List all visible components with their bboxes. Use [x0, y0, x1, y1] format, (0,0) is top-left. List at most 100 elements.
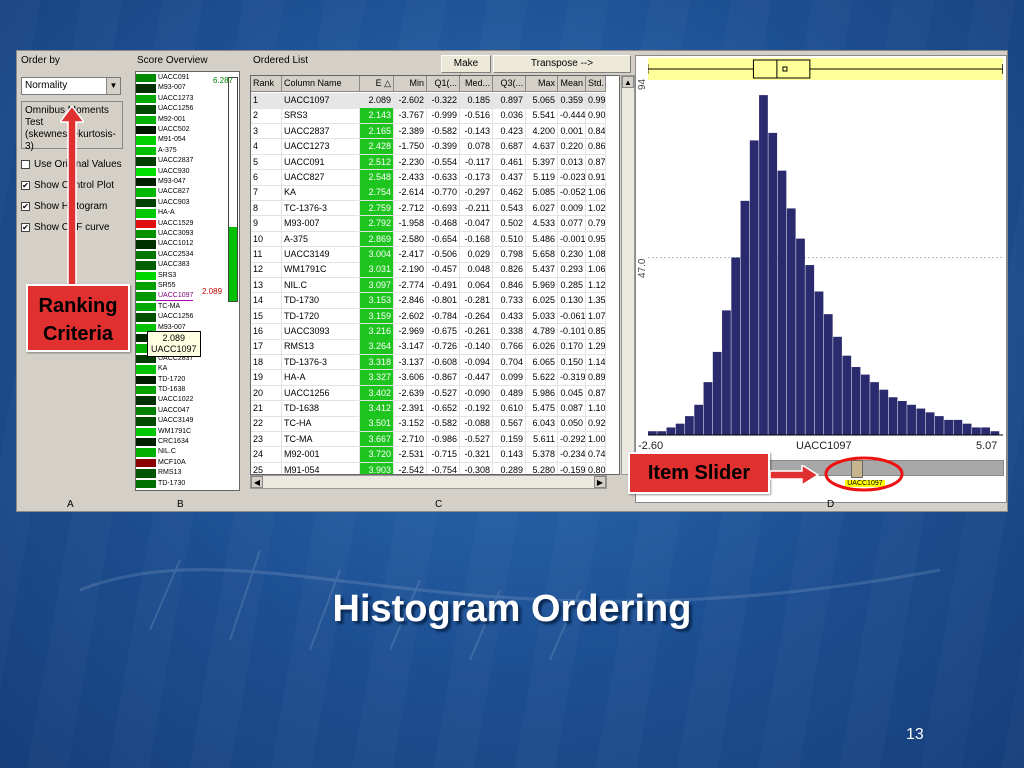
score-row[interactable]: A-375: [136, 146, 239, 156]
table-row[interactable]: 2 SRS3 2.143 -3.767 -0.999 -0.516 0.036 5.541 -0…: [251, 108, 606, 124]
column-header[interactable]: Max: [526, 76, 558, 92]
table-row[interactable]: 25 M91-054 3.903 -2.542 -0.754 -0.308 0.289 5.2…: [251, 462, 606, 474]
score-row[interactable]: UACC1256: [136, 105, 239, 114]
table-row[interactable]: 24 M92-001 3.720 -2.531 -0.715 -0.321 0.143 5.3…: [251, 447, 606, 463]
chevron-down-icon[interactable]: ▼: [106, 78, 120, 94]
table-row[interactable]: 22 TC-HA 3.501 -3.152 -0.582 -0.088 0.567 6.043…: [251, 416, 606, 432]
table-row[interactable]: 21 TD-1638 3.412 -2.391 -0.652 -0.192 0.610 5.4…: [251, 401, 606, 417]
transpose-button[interactable]: Transpose -->: [493, 55, 631, 73]
table-row[interactable]: 16 UACC3093 3.216 -2.969 -0.675 -0.261 0.338 4.…: [251, 324, 606, 340]
score-row[interactable]: CRC1634: [136, 438, 239, 447]
histogram-bar: [777, 170, 787, 435]
score-row[interactable]: UACC930: [136, 167, 239, 176]
table-row[interactable]: 11 UACC3149 3.004 -2.417 -0.506 0.029 0.798 5.6…: [251, 247, 606, 263]
score-swatch: [136, 406, 156, 416]
score-row[interactable]: UACC3093: [136, 230, 239, 239]
score-row[interactable]: WM1791C: [136, 427, 239, 436]
score-row[interactable]: UACC827: [136, 188, 239, 197]
table-row[interactable]: 15 TD-1720 3.159 -2.602 -0.784 -0.264 0.433 5.0…: [251, 308, 606, 325]
score-row[interactable]: TD-1638: [136, 386, 239, 395]
table-row[interactable]: 3 UACC2837 2.165 -2.389 -0.582 -0.143 0.423 4.2…: [251, 123, 606, 140]
score-row[interactable]: RMS13: [136, 469, 239, 478]
score-row[interactable]: UACC903: [136, 198, 239, 208]
score-label: HA-A: [158, 209, 175, 217]
table-row[interactable]: 18 TD-1376-3 3.318 -3.137 -0.608 -0.094 0.704 6…: [251, 354, 606, 371]
checkbox-icon[interactable]: [21, 160, 30, 169]
score-row[interactable]: UACC383: [136, 261, 239, 270]
score-row[interactable]: SRS3: [136, 271, 239, 280]
table-row[interactable]: 12 WM1791C 3.031 -2.190 -0.457 0.048 0.826 5.43…: [251, 262, 606, 278]
score-row[interactable]: UACC1256: [136, 313, 239, 322]
score-row[interactable]: M93-047: [136, 178, 239, 187]
score-row[interactable]: UACC1022: [136, 396, 239, 405]
score-row[interactable]: UACC1529: [136, 219, 239, 228]
score-overview-list[interactable]: UACC091 M93-007 UACC1273 UACC1256 M92-001 UAC…: [135, 71, 240, 491]
table-row[interactable]: 17 RMS13 3.264 -3.147 -0.726 -0.140 0.766 6.026…: [251, 339, 606, 355]
table-row[interactable]: 19 HA-A 3.327 -3.606 -0.867 -0.447 0.099 5.622-…: [251, 370, 606, 386]
scroll-right-icon[interactable]: ▶: [594, 476, 606, 488]
table-cell: 2.165: [360, 123, 394, 140]
score-row[interactable]: TD-1720: [136, 375, 239, 384]
scroll-up-icon[interactable]: ▲: [622, 76, 634, 88]
column-header[interactable]: Med...: [460, 76, 493, 92]
table-row[interactable]: 23 TC-MA 3.667 -2.710 -0.986 -0.527 0.159 5.611…: [251, 431, 606, 448]
order-by-combo[interactable]: Normality ▼: [21, 77, 121, 95]
score-row[interactable]: UACC1012: [136, 240, 239, 249]
checkmark-icon[interactable]: ✔: [21, 202, 30, 211]
checkmark-icon[interactable]: ✔: [21, 223, 30, 232]
score-row[interactable]: SR55: [136, 282, 239, 291]
histogram-panel: 94 47.0 -2.60 UACC1097 5.07 UACC1097: [635, 55, 1007, 503]
column-header[interactable]: Min: [394, 76, 427, 92]
table-cell: 2.143: [360, 108, 394, 124]
column-header[interactable]: E △: [360, 76, 394, 92]
table-vertical-scrollbar[interactable]: ▲: [621, 75, 635, 475]
table-cell: 0.846: [493, 277, 526, 294]
table-cell: UACC3093: [282, 324, 360, 340]
table-row[interactable]: 9 M93-007 2.792 -1.958 -0.468 -0.047 0.502 4.53…: [251, 216, 606, 232]
score-row[interactable]: UACC3149: [136, 417, 239, 426]
table-row[interactable]: 6 UACC827 2.548 -2.433 -0.633 -0.173 0.437 5.11…: [251, 170, 606, 186]
score-row[interactable]: TC-MA: [136, 302, 239, 312]
score-row[interactable]: M91-054: [136, 136, 239, 145]
table-row[interactable]: 13 NIL.C 3.097 -2.774 -0.491 0.064 0.846 5.969 0…: [251, 277, 606, 294]
table-cell: 2.548: [360, 170, 394, 186]
make-views-button[interactable]: Make Views: [441, 55, 491, 85]
score-row[interactable]: UACC2837: [136, 157, 239, 166]
histogram-bar: [657, 431, 667, 435]
score-row[interactable]: UACC1273: [136, 94, 239, 104]
column-header[interactable]: Mean: [558, 76, 586, 92]
column-header[interactable]: Rank: [251, 76, 282, 92]
table-row[interactable]: 5 UACC091 2.512 -2.230 -0.554 -0.117 0.461 5.39…: [251, 154, 606, 171]
table-row[interactable]: 10 A-375 2.869 -2.580 -0.654 -0.168 0.510 5.486…: [251, 231, 606, 248]
column-header[interactable]: Std.: [586, 76, 606, 92]
table-cell: -0.168: [460, 231, 493, 248]
table-row[interactable]: 14 TD-1730 3.153 -2.846 -0.801 -0.281 0.733 6.0…: [251, 293, 606, 309]
table-row[interactable]: 1 UACC1097 2.089 -2.602 -0.322 0.185 0.897 5.06…: [251, 93, 606, 109]
scroll-left-icon[interactable]: ◀: [251, 476, 263, 488]
column-header[interactable]: Q3(...: [493, 76, 526, 92]
score-row[interactable]: KA: [136, 365, 239, 374]
score-row[interactable]: TD-1730: [136, 479, 239, 488]
score-row[interactable]: HA-A: [136, 209, 239, 218]
score-row[interactable]: M92-001: [136, 115, 239, 124]
score-row[interactable]: UACC2534: [136, 250, 239, 260]
table-row[interactable]: 7 KA 2.754 -2.614 -0.770 -0.297 0.462 5.085 -0.0…: [251, 185, 606, 201]
item-slider-callout: Item Slider: [628, 452, 770, 494]
table-row[interactable]: 4 UACC1273 2.428 -1.750 -0.399 0.078 0.687 4.63…: [251, 139, 606, 155]
checkmark-icon[interactable]: ✔: [21, 181, 30, 190]
table-row[interactable]: 20 UACC1256 3.402 -2.639 -0.527 -0.090 0.489 5.…: [251, 385, 606, 402]
score-row[interactable]: UACC1097: [136, 292, 239, 301]
table-row[interactable]: 8 TC-1376-3 2.759 -2.712 -0.693 -0.211 0.543 6.…: [251, 200, 606, 217]
column-header[interactable]: Q1(...: [427, 76, 460, 92]
score-row[interactable]: MCF10A: [136, 458, 239, 468]
score-row[interactable]: UACC047: [136, 406, 239, 416]
score-row[interactable]: M93-007: [136, 84, 239, 93]
table-cell: -0.143: [460, 123, 493, 140]
score-row[interactable]: NIL.C: [136, 448, 239, 457]
table-cell: -0.457: [427, 262, 460, 278]
table-cell: 3.031: [360, 262, 394, 278]
score-label: M91-054: [158, 136, 186, 144]
score-row[interactable]: UACC502: [136, 126, 239, 135]
column-header[interactable]: Column Name: [282, 76, 360, 92]
table-horizontal-scrollbar[interactable]: ◀ ▶: [250, 475, 607, 489]
